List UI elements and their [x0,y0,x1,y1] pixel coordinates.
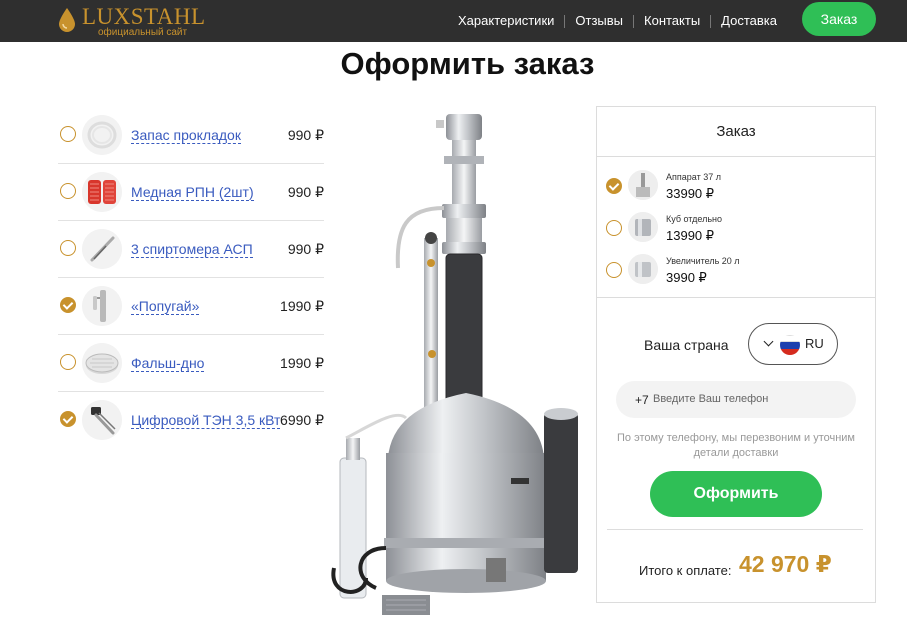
variant-name: Увеличитель 20 л [666,256,740,266]
addon-item[interactable]: 3 спиртомера АСП 990 ₽ [58,221,324,278]
total-value: 42 970 ₽ [739,551,832,577]
logo[interactable]: LUXSTAHL официальный сайт [58,4,218,38]
extender-thumbnail [628,254,658,284]
addon-radio-checked[interactable] [60,297,76,313]
main-nav: Характеристики Отзывы Контакты Доставка [448,0,787,42]
logo-subtitle: официальный сайт [98,27,188,38]
phone-hint: По этому телефону, мы перезвоним и уточн… [617,432,855,459]
logo-text: LUXSTAHL [82,4,206,29]
divider [597,297,875,298]
addon-radio[interactable] [60,354,76,370]
variant-option[interactable]: Аппарат 37 л 33990 ₽ [597,165,875,207]
order-panel-title: Заказ [597,107,875,157]
parrot-thumbnail [82,286,122,326]
addon-name[interactable]: 3 спиртомера АСП [131,241,253,258]
addon-price: 990 ₽ [287,127,324,143]
addon-list: Запас прокладок 990 ₽ Медная РПН (2шт) 9… [58,107,324,449]
addon-price: 1990 ₽ [280,355,324,371]
variant-price: 13990 ₽ [666,228,715,243]
addon-item[interactable]: Цифровой ТЭН 3,5 кВт 6990 ₽ [58,392,324,449]
divider [607,529,863,530]
submit-order-button[interactable]: Оформить [650,471,822,517]
site-header: LUXSTAHL официальный сайт Характеристики… [0,0,907,42]
distiller-illustration [331,114,578,615]
phone-input[interactable] [653,387,848,411]
addon-name[interactable]: «Попугай» [131,298,200,315]
country-select[interactable]: RU [748,323,838,365]
heating-element-thumbnail [82,400,122,440]
phone-field[interactable]: +7 [616,381,856,418]
addon-price: 1990 ₽ [280,298,324,314]
cube-thumbnail [628,212,658,242]
russia-flag-icon [780,335,800,355]
addon-name[interactable]: Фальш-дно [131,355,205,372]
variant-radio[interactable] [606,220,622,236]
chevron-down-icon [763,336,774,347]
variant-name: Куб отдельно [666,214,723,224]
addon-price: 990 ₽ [287,241,324,257]
page-title: Оформить заказ [340,46,595,81]
drop-icon [59,8,75,32]
order-panel: Заказ Аппарат 37 л 33990 ₽ Куб отдельно … [596,106,876,603]
addon-item[interactable]: Фальш-дно 1990 ₽ [58,335,324,392]
nav-contacts[interactable]: Контакты [634,14,710,28]
total-label: Итого к оплате: [639,563,732,578]
addon-name[interactable]: Цифровой ТЭН 3,5 кВт [131,412,281,429]
variant-option[interactable]: Увеличитель 20 л 3990 ₽ [597,249,875,291]
addon-price: 990 ₽ [287,184,324,200]
gasket-thumbnail [82,115,122,155]
addon-radio-checked[interactable] [60,411,76,427]
nav-reviews[interactable]: Отзывы [565,14,633,28]
addon-radio[interactable] [60,183,76,199]
variant-name: Аппарат 37 л [666,172,721,182]
apparatus-thumbnail [628,170,658,200]
nav-characteristics[interactable]: Характеристики [448,14,564,28]
country-code: RU [805,336,824,351]
header-order-button[interactable]: Заказ [802,2,876,36]
addon-item[interactable]: Медная РПН (2шт) 990 ₽ [58,164,324,221]
variant-radio-checked[interactable] [606,178,622,194]
addon-radio[interactable] [60,240,76,256]
addon-name[interactable]: Запас прокладок [131,127,241,144]
hydrometer-thumbnail [82,229,122,269]
variant-radio[interactable] [606,262,622,278]
phone-prefix: +7 [635,393,649,407]
copper-rpn-thumbnail [82,172,122,212]
addon-price: 6990 ₽ [280,412,324,428]
variant-price: 3990 ₽ [666,270,707,285]
nav-delivery[interactable]: Доставка [711,14,787,28]
product-image [326,108,588,615]
addon-item[interactable]: «Попугай» 1990 ₽ [58,278,324,335]
false-bottom-thumbnail [82,343,122,383]
variant-option[interactable]: Куб отдельно 13990 ₽ [597,207,875,249]
addon-name[interactable]: Медная РПН (2шт) [131,184,254,201]
variant-price: 33990 ₽ [666,186,715,201]
addon-item[interactable]: Запас прокладок 990 ₽ [58,107,324,164]
country-label: Ваша страна [644,337,729,353]
addon-radio[interactable] [60,126,76,142]
